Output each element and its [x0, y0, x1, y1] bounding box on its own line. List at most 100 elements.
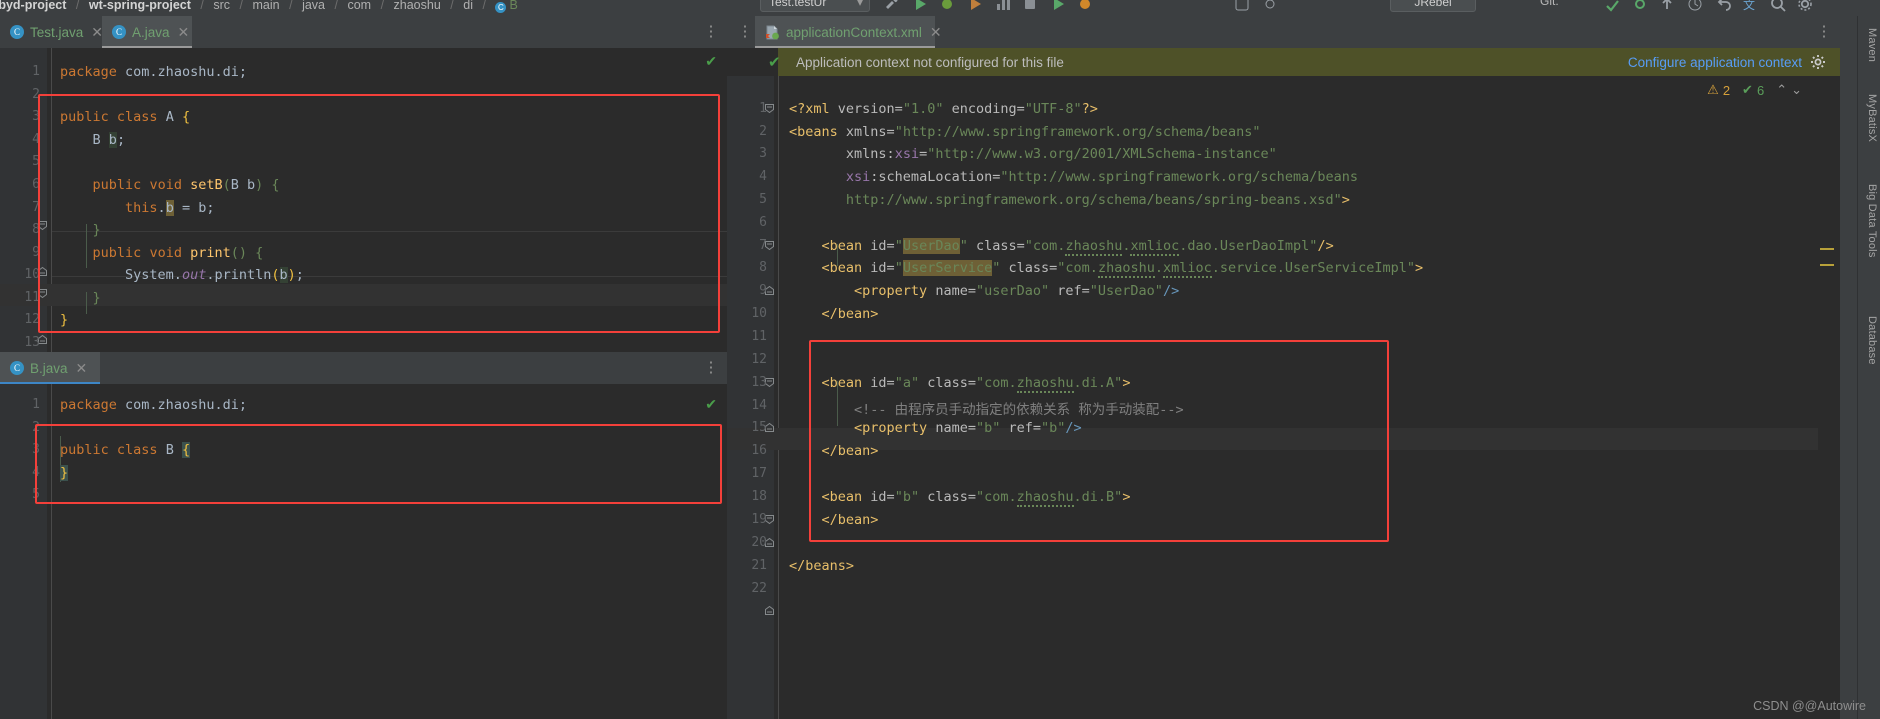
translate-icon[interactable]: 文	[1740, 0, 1760, 14]
vcs-update-icon[interactable]	[1602, 0, 1622, 14]
line-number: 10	[751, 306, 767, 321]
xml-line-8: <bean id="UserService" class="com.zhaosh…	[821, 260, 1424, 278]
code-line-12: }	[60, 312, 69, 328]
breadcrumb-item-1[interactable]: wt-spring-project	[89, 0, 191, 12]
tool-window-database[interactable]: Database	[1866, 316, 1878, 365]
line-number: 9	[759, 283, 767, 298]
watermark: CSDN @@Autowire	[1753, 699, 1866, 713]
minimap-marker[interactable]	[1820, 264, 1834, 266]
xml-line-4: xsi:schemaLocation="http://www.springfra…	[845, 169, 1358, 185]
java-class-icon: C	[10, 361, 24, 375]
breadcrumb[interactable]: t-byd-project / wt-spring-project / src …	[0, 0, 518, 14]
inspection-widget[interactable]: ⚠ 2 ✔ 6 ⌃ ⌄	[1707, 82, 1802, 98]
line-number: 4	[759, 169, 767, 184]
more-vertical-icon[interactable]: ⋮	[703, 24, 719, 40]
stop-icon[interactable]	[1020, 0, 1040, 14]
method-separator	[52, 231, 727, 232]
vcs-push-icon[interactable]	[1657, 0, 1677, 14]
git-toolbar-group: 文	[1600, 0, 1817, 16]
tab-b-java[interactable]: C B.java ✕	[0, 352, 100, 384]
settings-icon[interactable]	[1260, 0, 1280, 14]
chevron-down-icon[interactable]: ⌄	[1791, 82, 1802, 98]
line-number: 21	[751, 558, 767, 573]
code-line-b3: public class B {	[60, 442, 191, 458]
breadcrumb-item-4[interactable]: java	[302, 0, 325, 12]
current-line-highlight	[0, 284, 727, 306]
tool-window-maven[interactable]: Maven	[1866, 28, 1878, 62]
xml-line-9: <property name="userDao" ref="UserDao"/>	[854, 283, 1180, 299]
line-number: 11	[751, 329, 767, 344]
right-tab-bar: ⋮ applicationContext.xml ✕ ⋮	[727, 16, 1840, 48]
debug-icon[interactable]	[937, 0, 957, 14]
more-vertical-icon[interactable]: ⋮	[703, 360, 719, 376]
line-number: 7	[759, 238, 767, 253]
breadcrumb-item-2[interactable]: src	[213, 0, 230, 12]
tab-test-java[interactable]: C Test.java ✕	[0, 16, 103, 48]
gear-icon[interactable]	[1795, 0, 1815, 14]
line-number: 19	[751, 512, 767, 527]
close-icon[interactable]: ✕	[930, 24, 942, 41]
line-number: 10	[24, 267, 40, 282]
vcs-commit-icon[interactable]	[1630, 0, 1650, 14]
breadcrumb-item-0[interactable]: t-byd-project	[0, 0, 66, 12]
xml-line-21: </beans>	[789, 558, 855, 574]
line-number: 4	[32, 465, 40, 480]
left-editor-group: C Test.java ✕ C A.java ✕ ⋮ ✔ 1 2 3 4 5 6…	[0, 16, 727, 719]
breadcrumb-item-3[interactable]: main	[253, 0, 280, 12]
code-area-a[interactable]: 1 2 3 4 5 6 7 8 9 10 11 12 13 package co…	[0, 48, 727, 352]
tab-label: B.java	[30, 360, 68, 376]
run-configuration-selector[interactable]: Test.testUr ▾	[760, 0, 870, 12]
line-number: 17	[751, 466, 767, 481]
xml-line-15: <property name="b" ref="b"/>	[854, 420, 1082, 436]
tab-applicationcontext-xml[interactable]: applicationContext.xml ✕	[755, 16, 942, 48]
chevron-up-icon[interactable]: ⌃	[1776, 82, 1787, 98]
code-area-xml[interactable]: 1 2 3 4 5 6 7 8 9 10 11 12 13 14 15 16 1…	[727, 76, 1818, 719]
tool-window-mybatisx[interactable]: MyBatisX	[1866, 94, 1878, 142]
xml-line-13: <bean id="a" class="com.zhaoshu.di.A">	[821, 375, 1131, 393]
more-vertical-icon[interactable]: ⋮	[737, 24, 753, 40]
check-icon: ✔	[1742, 82, 1753, 97]
line-number: 13	[24, 335, 40, 350]
more-vertical-icon[interactable]: ⋮	[1816, 24, 1832, 40]
run-icon[interactable]	[910, 0, 930, 14]
code-line-10: System.out.println(b);	[125, 267, 304, 283]
breadcrumb-item-5[interactable]: com	[347, 0, 371, 12]
close-icon[interactable]: ✕	[178, 24, 190, 41]
line-number: 22	[751, 581, 767, 596]
vcs-toolbar-group	[1230, 0, 1282, 16]
spring-xml-icon	[765, 25, 780, 40]
jrebel-run-icon[interactable]	[1048, 0, 1068, 14]
tab-a-java[interactable]: C A.java ✕	[102, 16, 192, 48]
check-icon: ✔	[768, 54, 781, 71]
minimap-marker[interactable]	[1820, 248, 1834, 250]
search-icon[interactable]	[1768, 0, 1788, 14]
undo-icon[interactable]	[1713, 0, 1733, 14]
xml-line-10: </bean>	[821, 306, 879, 322]
tool-window-bigdatatools[interactable]: Big Data Tools	[1866, 184, 1878, 258]
jrebel-debug-icon[interactable]	[1075, 0, 1095, 14]
line-number: 12	[751, 352, 767, 367]
editor-a-java[interactable]: ✔ 1 2 3 4 5 6 7 8 9 10 11 12 13 package …	[0, 48, 727, 352]
code-area-b[interactable]: 1 2 3 4 5 package com.zhaoshu.di; public…	[0, 384, 727, 719]
search-everywhere-icon[interactable]	[1232, 0, 1252, 14]
right-tool-rail: Maven MyBatisX Big Data Tools Database	[1857, 16, 1880, 719]
breadcrumb-item-8[interactable]: B	[509, 0, 517, 12]
editor-b-java[interactable]: ✔ 1 2 3 4 5 package com.zhaoshu.di; publ…	[0, 384, 727, 719]
gear-icon[interactable]	[1810, 54, 1826, 70]
tab-label: Test.java	[30, 24, 84, 40]
editor-application-context-xml[interactable]: ⚠ 2 ✔ 6 ⌃ ⌄ 1 2 3 4 5 6 7 8 9 10 11 12 1…	[727, 76, 1818, 719]
profiler-icon[interactable]	[993, 0, 1013, 14]
line-number: 1	[32, 64, 40, 79]
run-coverage-icon[interactable]	[965, 0, 985, 14]
line-number: 15	[751, 420, 767, 435]
build-hammer-icon[interactable]	[882, 0, 902, 14]
code-line-b1: package com.zhaoshu.di;	[60, 397, 247, 413]
configure-application-context-link[interactable]: Configure application context	[1628, 55, 1802, 70]
line-number: 7	[32, 200, 40, 215]
close-icon[interactable]: ✕	[76, 360, 88, 377]
jrebel-toolbar-button[interactable]: JRebel	[1390, 0, 1476, 12]
breadcrumb-item-7[interactable]: di	[463, 0, 473, 12]
breadcrumb-item-6[interactable]: zhaoshu	[394, 0, 441, 12]
fold-expand-icon[interactable]	[764, 605, 774, 615]
history-icon[interactable]	[1685, 0, 1705, 14]
